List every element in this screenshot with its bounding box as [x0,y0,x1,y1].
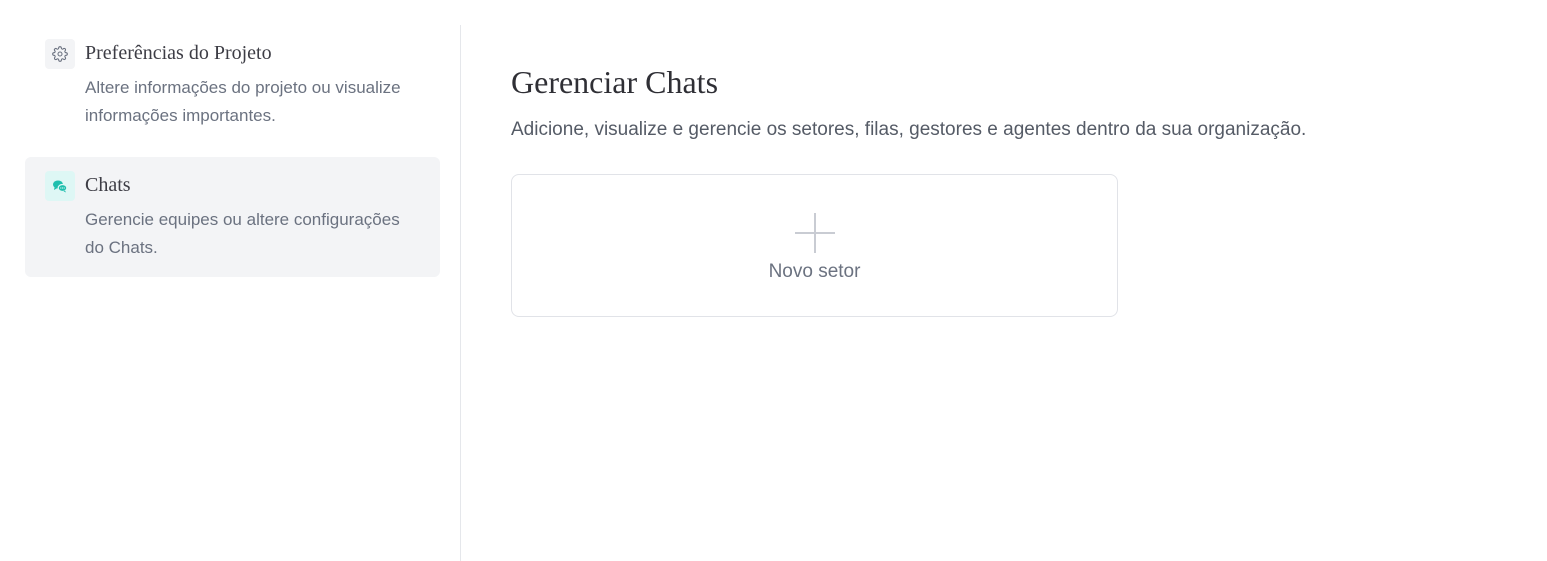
plus-icon [794,212,835,253]
chat-bubbles-icon [45,171,75,201]
settings-page: Preferências do Projeto Altere informaçõ… [0,0,1547,561]
sidebar-item-title: Chats [85,174,131,196]
gear-icon [45,39,75,69]
vertical-divider [460,25,461,561]
sidebar-item-text: Chats Gerencie equipes ou altere configu… [85,172,420,262]
sidebar-item-text: Preferências do Projeto Altere informaçõ… [85,40,420,130]
page-subtitle: Adicione, visualize e gerencie os setore… [511,119,1307,140]
settings-sidebar: Preferências do Projeto Altere informaçõ… [25,25,440,277]
sidebar-item-description: Gerencie equipes ou altere configurações… [85,210,400,257]
new-sector-button[interactable]: Novo setor [511,174,1118,317]
sidebar-item-description: Altere informações do projeto ou visuali… [85,78,401,125]
main-content: Gerenciar Chats Adicione, visualize e ge… [511,62,1511,317]
sidebar-item-project-preferences[interactable]: Preferências do Projeto Altere informaçõ… [25,25,440,145]
new-sector-label: Novo setor [768,260,861,282]
sidebar-item-title: Preferências do Projeto [85,42,272,64]
sidebar-item-chats[interactable]: Chats Gerencie equipes ou altere configu… [25,157,440,277]
page-title: Gerenciar Chats [511,64,719,100]
